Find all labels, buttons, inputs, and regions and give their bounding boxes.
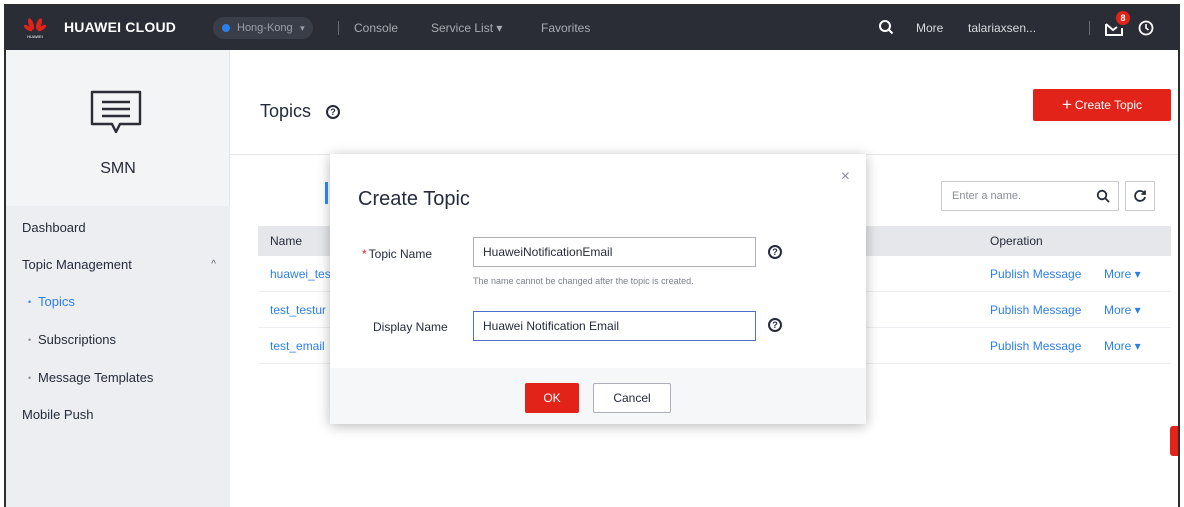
plus-icon: + (1061, 95, 1072, 114)
help-icon[interactable]: ? (768, 318, 782, 332)
brand-title[interactable]: HUAWEI CLOUD (64, 19, 176, 35)
browser-frame: HUAWEI HUAWEI CLOUD Hong-Kong ▾ Console … (4, 4, 1180, 507)
topic-name-hint: The name cannot be changed after the top… (473, 276, 694, 286)
sidebar: SMN Dashboard Topic Management ^ Topics … (6, 50, 230, 507)
publish-message-link[interactable]: Publish Message (990, 292, 1081, 328)
more-menu[interactable]: More ▾ (1104, 292, 1141, 328)
topic-name-label: * Topic Name (362, 247, 433, 261)
location-pin-icon (222, 24, 230, 32)
column-header-name: Name (270, 234, 303, 248)
sidebar-item-label: Topic Management (22, 257, 132, 272)
publish-message-link[interactable]: Publish Message (990, 256, 1081, 292)
more-menu[interactable]: More ▾ (1104, 328, 1141, 364)
notification-count-badge: 8 (1116, 11, 1130, 25)
topic-name-link[interactable]: test_email (270, 328, 325, 364)
huawei-logo-icon[interactable]: HUAWEI (22, 17, 48, 39)
feedback-float-button[interactable] (1170, 426, 1178, 456)
nav-favorites-link[interactable]: Favorites (541, 21, 590, 35)
more-menu[interactable]: More ▾ (1104, 256, 1141, 292)
sidebar-item-label: Message Templates (38, 370, 154, 385)
dialog-accent-bar (325, 182, 328, 204)
sidebar-item-label: Subscriptions (38, 332, 117, 347)
sidebar-item-mobile-push[interactable]: Mobile Push (6, 397, 230, 433)
sidebar-item-dashboard[interactable]: Dashboard (6, 210, 230, 246)
display-name-input[interactable] (473, 311, 756, 341)
chevron-up-icon: ^ (211, 259, 216, 270)
top-navigation-bar: HUAWEI HUAWEI CLOUD Hong-Kong ▾ Console … (6, 6, 1178, 50)
cancel-button[interactable]: Cancel (593, 383, 671, 413)
search-icon[interactable] (1096, 189, 1110, 203)
help-icon[interactable]: ? (326, 105, 340, 119)
create-topic-button[interactable]: + Create Topic (1033, 89, 1171, 121)
topic-name-link[interactable]: huawei_tes (270, 256, 331, 292)
display-name-label: Display Name (373, 320, 448, 334)
create-topic-label: Create Topic (1074, 98, 1143, 112)
required-asterisk: * (362, 247, 367, 261)
sidebar-item-message-templates[interactable]: Message Templates (6, 360, 230, 396)
refresh-button[interactable] (1125, 181, 1155, 211)
menu-group-background (6, 437, 230, 507)
clock-icon[interactable] (1138, 20, 1154, 36)
sidebar-item-label: Topics (38, 294, 75, 309)
sidebar-item-topics[interactable]: Topics (6, 284, 230, 320)
service-title: SMN (100, 160, 136, 177)
help-icon[interactable]: ? (768, 245, 782, 259)
chevron-down-icon: ▾ (300, 23, 305, 33)
close-icon[interactable]: × (841, 168, 850, 186)
region-selector[interactable]: Hong-Kong ▾ (213, 17, 313, 39)
sidebar-item-label: Mobile Push (22, 407, 94, 422)
create-topic-dialog: Create Topic × *Topic Name ? The name ca… (325, 154, 866, 424)
search-placeholder: Enter a name. (952, 190, 1022, 202)
refresh-icon (1134, 190, 1146, 202)
nav-more-link[interactable]: More (916, 21, 943, 35)
nav-divider (338, 21, 339, 35)
search-icon[interactable] (878, 19, 894, 35)
nav-divider (1089, 21, 1090, 35)
ok-button[interactable]: OK (525, 383, 579, 413)
region-label: Hong-Kong (237, 22, 293, 34)
page-title: Topics (260, 101, 312, 121)
nav-service-list-menu[interactable]: Service List ▾ (431, 21, 502, 35)
publish-message-link[interactable]: Publish Message (990, 328, 1081, 364)
logo-wordmark: HUAWEI (27, 34, 43, 39)
topic-name-input[interactable] (473, 237, 756, 267)
smn-service-icon (90, 90, 142, 134)
topic-name-link[interactable]: test_testur (270, 292, 326, 328)
search-input[interactable]: Enter a name. (941, 181, 1119, 211)
user-account-menu[interactable]: talariaxsen... (968, 21, 1036, 35)
sidebar-item-subscriptions[interactable]: Subscriptions (6, 322, 230, 358)
dialog-title: Create Topic (358, 188, 470, 210)
column-header-operation: Operation (990, 234, 1043, 248)
nav-console-link[interactable]: Console (354, 21, 398, 35)
sidebar-item-topic-management[interactable]: Topic Management ^ (6, 247, 230, 283)
sidebar-item-label: Dashboard (22, 220, 86, 235)
